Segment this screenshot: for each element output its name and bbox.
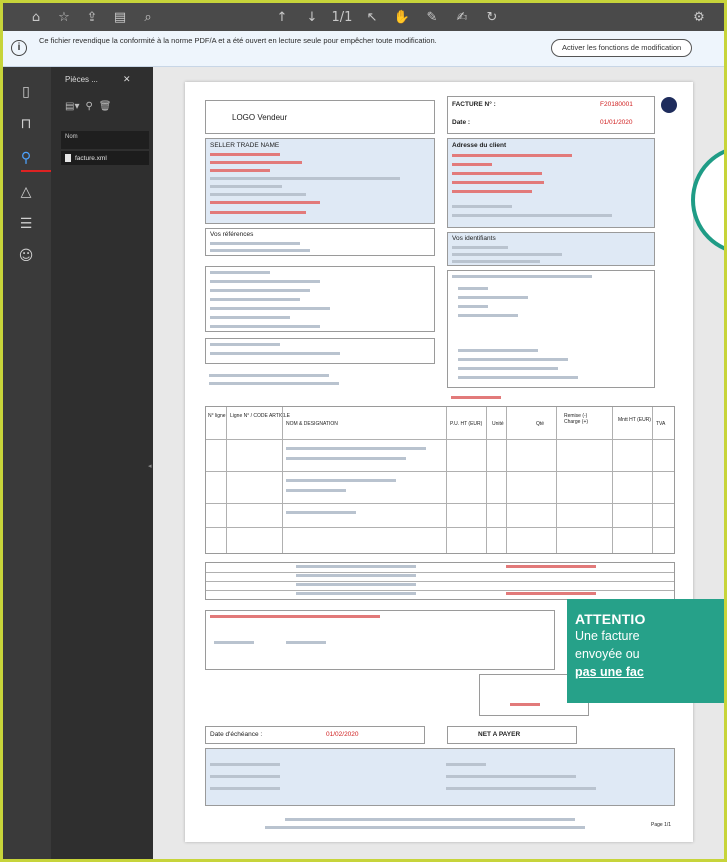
- accessibility-icon[interactable]: ☺: [15, 245, 37, 267]
- search-icon[interactable]: ⌕: [137, 8, 159, 26]
- left-navigation-rail: ▯ ⊓ ⚲ △ ☰ ☺: [3, 67, 83, 859]
- net-to-pay-label: NET A PAYER: [478, 731, 521, 738]
- read-only-notice-bar: i Ce fichier revendique la conformité à …: [3, 31, 724, 67]
- file-icon: [65, 154, 71, 162]
- attach-file-icon[interactable]: ⚲: [85, 101, 92, 112]
- next-page-icon[interactable]: ↓: [301, 8, 323, 26]
- print-icon[interactable]: ▤: [109, 8, 131, 26]
- select-tool-icon[interactable]: ↖: [361, 8, 383, 26]
- seller-info-box: SELLER TRADE NAME: [205, 138, 435, 224]
- attachment-icon[interactable]: ⚲: [15, 147, 37, 169]
- callout-title: ATTENTIO: [575, 611, 646, 627]
- notice-text: Ce fichier revendique la conformité à la…: [39, 36, 437, 45]
- invoice-page: LOGO Vendeur FACTURE N° : F20180001 Date…: [185, 82, 693, 842]
- pdf-toolbar: ⌂ ☆ ⇪ ▤ ⌕ ↑ ↓ 1/1 ↖ ✋ ✎ ✍ ↻ ⚙: [3, 3, 724, 31]
- delivery-address-box: [447, 270, 655, 388]
- brand-logo-icon: [661, 97, 677, 113]
- bank-details-box: [205, 748, 675, 806]
- contract-references-box: [205, 266, 435, 332]
- buyer-info-box: Adresse du client: [447, 138, 655, 228]
- callout-line-2: envoyée ou: [575, 647, 640, 661]
- tools-icon[interactable]: ⚙: [688, 8, 710, 26]
- info-icon: i: [11, 40, 27, 56]
- panel-toolbar: ▤▾ ⚲ 🗑: [65, 101, 112, 112]
- screenshot-frame: ⌂ ☆ ⇪ ▤ ⌕ ↑ ↓ 1/1 ↖ ✋ ✎ ✍ ↻ ⚙ i Ce fichi…: [0, 0, 727, 862]
- seller-references-box: Vos références: [205, 228, 435, 256]
- invoice-lines-table: N° ligne Ligne N° / CODE ARTICLE NOM & D…: [205, 406, 675, 554]
- home-icon[interactable]: ⌂: [25, 8, 47, 26]
- sign-icon[interactable]: ✍: [451, 8, 473, 26]
- invoice-note-box: [205, 338, 435, 364]
- star-icon[interactable]: ☆: [53, 8, 75, 26]
- layers-icon[interactable]: ☰: [15, 213, 37, 235]
- seller-name: SELLER TRADE NAME: [210, 142, 280, 149]
- callout-line-1: Une facture: [575, 629, 640, 643]
- document-viewport[interactable]: LOGO Vendeur FACTURE N° : F20180001 Date…: [153, 67, 724, 859]
- invoice-number-label: FACTURE N° :: [452, 101, 496, 108]
- rotate-icon[interactable]: ↻: [481, 8, 503, 26]
- share-icon[interactable]: ⇪: [81, 8, 103, 26]
- col-unit-price: P.U. HT (EUR): [450, 421, 483, 427]
- page-thumbnails-icon[interactable]: ▯: [15, 81, 37, 103]
- panel-close-button[interactable]: ✕: [123, 74, 131, 85]
- prev-page-icon[interactable]: ↑: [271, 8, 293, 26]
- attachment-item-label: facture.xml: [75, 154, 107, 162]
- references-label: Vos références: [210, 231, 254, 238]
- enable-editing-button[interactable]: Activer les fonctions de modification: [551, 39, 693, 57]
- warning-callout: ATTENTIO Une facture envoyée ou pas une …: [567, 599, 724, 703]
- seller-logo-text: LOGO Vendeur: [232, 113, 288, 122]
- due-date-label: Date d'échéance :: [210, 731, 263, 738]
- col-article-code: Ligne N° / CODE ARTICLE: [230, 413, 290, 419]
- col-vat: TVA: [656, 421, 666, 427]
- identifiers-label: Vos identifiants: [452, 235, 496, 242]
- invoice-number-value: F20180001: [600, 101, 633, 108]
- page-number-icon[interactable]: 1/1: [331, 8, 353, 26]
- col-discount: Remise (-) Charge (+): [564, 413, 589, 425]
- bookmark-icon[interactable]: ⊓: [15, 113, 37, 135]
- col-unit: Unité: [492, 421, 504, 427]
- payment-terms-box: [205, 610, 555, 670]
- callout-line-3: pas une fac: [575, 665, 644, 679]
- buyer-identifiers-box: Vos identifiants: [447, 232, 655, 266]
- column-header-name[interactable]: Nom: [61, 131, 149, 149]
- invoice-date-label: Date :: [452, 119, 471, 126]
- buyer-address-label: Adresse du client: [452, 142, 507, 149]
- seller-logo-box: LOGO Vendeur: [205, 100, 435, 134]
- attachments-panel: Pièces ... ✕ ▤▾ ⚲ 🗑 Nom facture.xml ◂: [51, 67, 153, 859]
- net-to-pay-box: NET A PAYER: [447, 726, 577, 744]
- signature-panel-icon[interactable]: △: [15, 181, 37, 203]
- hand-tool-icon[interactable]: ✋: [391, 8, 413, 26]
- panel-title: Pièces ...: [65, 75, 98, 84]
- page-footer: Page 1/1: [651, 822, 672, 828]
- pen-icon[interactable]: ✎: [421, 8, 443, 26]
- invoice-date-value: 01/01/2020: [600, 119, 633, 126]
- attachment-item[interactable]: facture.xml: [61, 151, 149, 165]
- col-line-no: N° ligne: [208, 413, 226, 419]
- options-icon[interactable]: ▤▾: [65, 101, 79, 112]
- col-quantity: Qté: [536, 421, 545, 427]
- due-date-box: Date d'échéance : 01/02/2020: [205, 726, 425, 744]
- vat-summary-table: [205, 562, 675, 600]
- delete-icon[interactable]: 🗑: [99, 101, 112, 112]
- col-designation: NOM & DESIGNATION: [286, 421, 338, 427]
- due-date-value: 01/02/2020: [326, 731, 359, 738]
- invoice-number-box: FACTURE N° : F20180001 Date : 01/01/2020: [447, 96, 655, 134]
- col-net-amount: Mntt HT (EUR): [618, 417, 651, 423]
